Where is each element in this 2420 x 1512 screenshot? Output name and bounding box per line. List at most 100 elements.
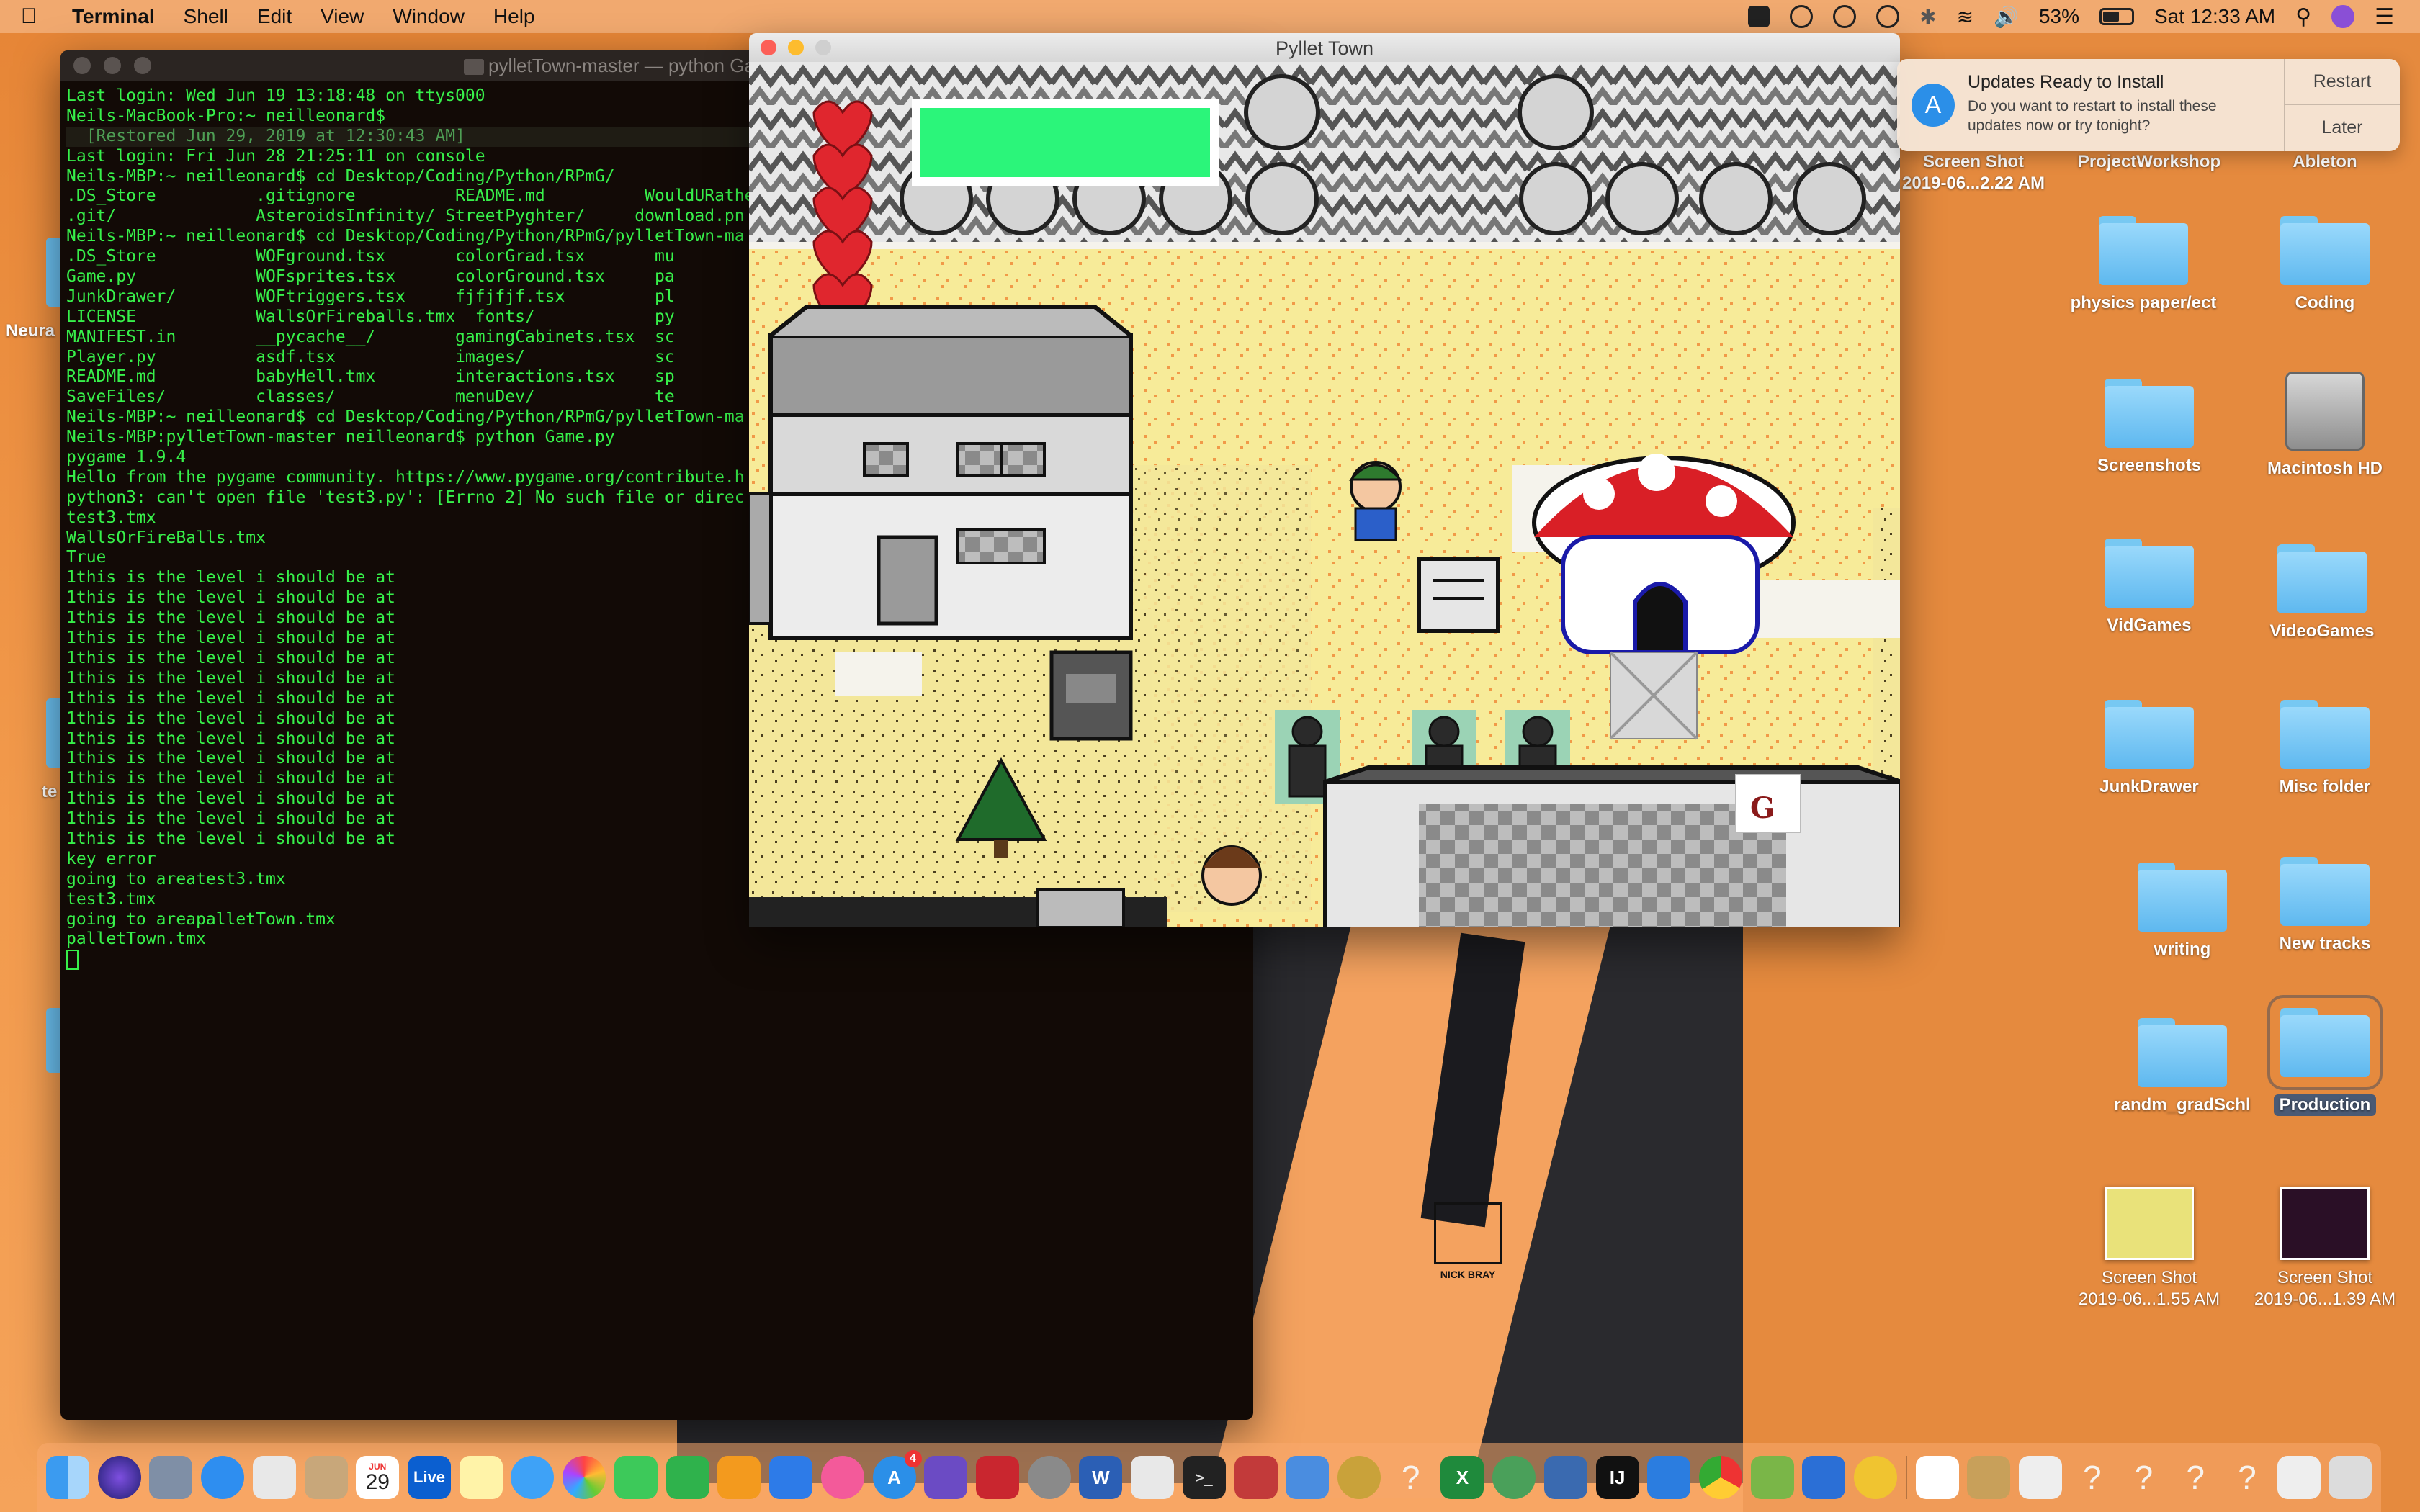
migration-icon[interactable] bbox=[1286, 1456, 1330, 1499]
desktop-folder-production[interactable]: Production bbox=[2238, 995, 2411, 1116]
photos-viewer-icon[interactable] bbox=[252, 1456, 296, 1499]
calendar-icon[interactable]: JUN 29 bbox=[356, 1456, 400, 1499]
wifi-icon[interactable]: ≋ bbox=[1957, 5, 1973, 29]
desktop-folder-screenshots[interactable]: Screenshots bbox=[2063, 379, 2236, 477]
chrome-icon[interactable] bbox=[1699, 1456, 1742, 1499]
apple-menu-icon[interactable]:  bbox=[0, 4, 58, 29]
game-canvas[interactable]: G bbox=[749, 62, 1900, 927]
game-app-icon[interactable] bbox=[1234, 1456, 1278, 1499]
menu-view[interactable]: View bbox=[306, 5, 378, 28]
desktop-icon-label: New tracks bbox=[2279, 934, 2371, 953]
python-launcher-icon[interactable] bbox=[1543, 1456, 1587, 1499]
menu-extra-sync-icon[interactable] bbox=[1833, 5, 1857, 28]
desktop-screenshot-139[interactable]: Screen Shot 2019-06...1.39 AM bbox=[2238, 1187, 2411, 1310]
game-titlebar[interactable]: Pyllet Town bbox=[749, 33, 1900, 63]
game-window[interactable]: Pyllet Town G bbox=[749, 33, 1900, 927]
missing-item-icon[interactable]: ? bbox=[2071, 1456, 2114, 1499]
word-icon[interactable]: W bbox=[1079, 1456, 1123, 1499]
ableton-live-icon[interactable]: Live bbox=[408, 1456, 452, 1499]
desktop-screenshot-155[interactable]: Screen Shot 2019-06...1.55 AM bbox=[2063, 1187, 2236, 1310]
npc-girl bbox=[1201, 845, 1262, 906]
launchpad-icon[interactable] bbox=[149, 1456, 193, 1499]
desktop-icon-label: Ableton bbox=[2293, 152, 2357, 171]
screenshot-thumbnail-icon bbox=[2280, 1187, 2370, 1260]
dock: JUN 29 Live A4 W >_ ? X IJ ? ? ? ? bbox=[37, 1443, 2381, 1512]
terminal-icon[interactable]: >_ bbox=[1182, 1456, 1226, 1499]
compass-icon[interactable] bbox=[1337, 1456, 1381, 1499]
emulator-icon[interactable] bbox=[924, 1456, 968, 1499]
pages-icon[interactable] bbox=[717, 1456, 761, 1499]
system-preferences-icon[interactable] bbox=[1027, 1456, 1071, 1499]
notes-icon[interactable] bbox=[459, 1456, 503, 1499]
desktop-folder-misc[interactable]: Misc folder bbox=[2238, 700, 2411, 798]
xcode-icon[interactable] bbox=[1647, 1456, 1691, 1499]
desktop-icon-label: JunkDrawer bbox=[2099, 777, 2199, 796]
desktop-folder-coding[interactable]: Coding bbox=[2238, 216, 2411, 314]
bluetooth-icon[interactable]: ✱ bbox=[1919, 5, 1936, 29]
package-icon[interactable] bbox=[1967, 1456, 2011, 1499]
menu-window[interactable]: Window bbox=[378, 5, 479, 28]
downloads-icon[interactable] bbox=[2277, 1456, 2321, 1499]
battery-percent[interactable]: 53% bbox=[2039, 5, 2079, 28]
zoom-button[interactable] bbox=[134, 57, 151, 74]
minimize-button[interactable] bbox=[104, 57, 121, 74]
facetime-icon[interactable] bbox=[614, 1456, 658, 1499]
spotlight-search-icon[interactable]: ⚲ bbox=[2295, 4, 2311, 30]
network-icon[interactable] bbox=[1492, 1456, 1536, 1499]
photos-icon[interactable] bbox=[563, 1456, 606, 1499]
battery-icon[interactable] bbox=[2099, 8, 2134, 25]
desktop-folder-vidgames[interactable]: VidGames bbox=[2063, 539, 2236, 636]
finder-icon[interactable] bbox=[46, 1456, 89, 1499]
restart-button[interactable]: Restart bbox=[2285, 59, 2400, 105]
android-icon[interactable] bbox=[1750, 1456, 1794, 1499]
app-store-icon[interactable]: A4 bbox=[872, 1450, 922, 1499]
menu-edit[interactable]: Edit bbox=[243, 5, 306, 28]
menubar-clock[interactable]: Sat 12:33 AM bbox=[2154, 5, 2275, 28]
menu-app-name[interactable]: Terminal bbox=[58, 5, 169, 28]
volume-icon[interactable]: 🔊 bbox=[1994, 5, 2019, 29]
intellij-icon[interactable]: IJ bbox=[1595, 1456, 1639, 1499]
script-editor-icon[interactable] bbox=[1131, 1456, 1175, 1499]
missing-item-icon[interactable]: ? bbox=[2226, 1456, 2269, 1499]
desktop-folder-junkdrawer[interactable]: JunkDrawer bbox=[2063, 700, 2236, 798]
menu-extra-app-icon[interactable] bbox=[1748, 6, 1770, 27]
menu-shell[interactable]: Shell bbox=[169, 5, 243, 28]
scrivener-icon[interactable] bbox=[975, 1456, 1019, 1499]
lab-building: G bbox=[1323, 765, 1900, 927]
messages-icon[interactable] bbox=[511, 1456, 555, 1499]
later-button[interactable]: Later bbox=[2285, 105, 2400, 150]
missing-item-icon[interactable]: ? bbox=[2122, 1456, 2165, 1499]
folder-icon bbox=[464, 59, 484, 76]
trash-icon[interactable] bbox=[2329, 1456, 2372, 1499]
excel-icon[interactable]: X bbox=[1440, 1456, 1484, 1499]
document-icon[interactable] bbox=[1915, 1456, 1959, 1499]
notification-center-icon[interactable]: ☰ bbox=[2375, 4, 2394, 30]
numbers-icon[interactable] bbox=[666, 1456, 709, 1499]
cyberduck-icon[interactable] bbox=[1854, 1456, 1898, 1499]
contacts-icon[interactable] bbox=[304, 1456, 348, 1499]
menubar-status-area: ✱ ≋ 🔊 53% Sat 12:33 AM ⚲ ☰ bbox=[1748, 4, 2420, 30]
desktop-macintosh-hd[interactable]: Macintosh HD bbox=[2238, 372, 2411, 480]
desktop-folder-physics[interactable]: physics paper/ect bbox=[2057, 216, 2230, 314]
app-store-badge: 4 bbox=[904, 1450, 922, 1467]
terminal-cursor-line[interactable] bbox=[66, 950, 1247, 971]
screenshot-thumbnail-icon bbox=[2105, 1187, 2194, 1260]
keynote-icon[interactable] bbox=[769, 1456, 813, 1499]
safari-icon[interactable] bbox=[201, 1456, 245, 1499]
desktop-folder-videogames[interactable]: VideoGames bbox=[2236, 544, 2408, 642]
music-file-icon[interactable] bbox=[2019, 1456, 2063, 1499]
close-button[interactable] bbox=[73, 57, 91, 74]
missing-item-icon[interactable]: ? bbox=[2174, 1456, 2217, 1499]
menu-help[interactable]: Help bbox=[479, 5, 550, 28]
tetris-icon[interactable] bbox=[1802, 1456, 1846, 1499]
menu-extra-globe-icon[interactable] bbox=[1790, 5, 1814, 28]
siri-icon[interactable] bbox=[2331, 5, 2355, 28]
itunes-icon[interactable] bbox=[820, 1456, 864, 1499]
update-notification[interactable]: A Updates Ready to Install Do you want t… bbox=[1897, 59, 2400, 151]
desktop-folder-new-tracks[interactable]: New tracks bbox=[2238, 857, 2411, 955]
siri-icon[interactable] bbox=[97, 1456, 141, 1499]
terminal-cursor bbox=[66, 950, 79, 971]
missing-app-icon[interactable]: ? bbox=[1389, 1456, 1433, 1499]
desktop-icon-screenshot-top[interactable]: Screen Shot 2019-06...2.22 AM bbox=[1887, 144, 2060, 194]
time-machine-icon[interactable] bbox=[1876, 5, 1900, 28]
